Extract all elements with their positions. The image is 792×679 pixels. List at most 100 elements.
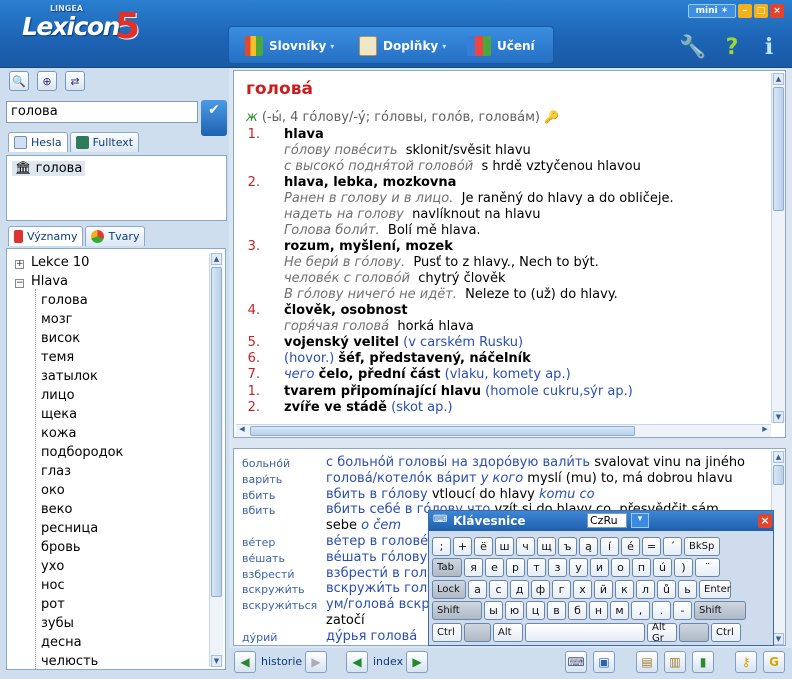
phrase-key[interactable]: вскружи́ться <box>242 599 317 612</box>
scroll-thumb[interactable] <box>211 267 222 597</box>
keyboard-key[interactable]: ¨ <box>695 558 720 577</box>
tab-tvary[interactable]: Tvary <box>85 226 146 246</box>
phrase-line[interactable]: голова́/котело́к ва́рит у кого myslí (mu… <box>326 471 733 486</box>
collapse-icon[interactable]: − <box>15 279 24 288</box>
scroll-thumb[interactable] <box>773 87 784 211</box>
keyboard-key[interactable]: м <box>610 601 629 620</box>
notes-icon[interactable]: ▤ <box>636 651 658 673</box>
tree-item[interactable]: темя <box>41 350 74 365</box>
split-view-icon[interactable]: ▣ <box>593 651 615 673</box>
tree-scrollbar[interactable]: ▲ ▼ <box>209 253 223 667</box>
keyboard-key[interactable]: е <box>485 558 504 577</box>
keyboard-key[interactable]: б <box>568 601 587 620</box>
phrase-line[interactable]: ум/голова́ вскр <box>326 597 430 612</box>
key-icon[interactable]: ⚷ <box>735 651 757 673</box>
keyboard-key[interactable]: - <box>673 601 692 620</box>
keyboard-key[interactable]: к <box>615 580 634 599</box>
keyboard-key[interactable]: ů <box>657 580 676 599</box>
scroll-down-icon[interactable]: ▼ <box>211 655 222 667</box>
zoom-search-icon[interactable]: ⊕ <box>37 71 57 91</box>
keyboard-key[interactable]: Lock <box>432 580 466 599</box>
keyboard-key[interactable]: Ctrl <box>711 623 741 642</box>
keyboard-key[interactable]: щ <box>537 537 556 556</box>
search-input[interactable]: голова <box>6 101 198 123</box>
tree-item[interactable]: висок <box>41 331 80 346</box>
keyboard-key[interactable]: Shift <box>694 601 746 620</box>
keyboard-key[interactable]: . <box>652 601 671 620</box>
phrase-line[interactable]: ве́тер в голове́ <box>326 534 428 549</box>
keyboard-key[interactable]: ú <box>653 558 672 577</box>
help-icon[interactable]: ? <box>719 34 745 60</box>
phrase-key[interactable]: ве́шать <box>242 552 285 565</box>
keyboard-key[interactable]: ъ <box>558 537 577 556</box>
keyboard-key[interactable]: ф <box>531 580 550 599</box>
keyboard-key[interactable]: ą <box>579 537 598 556</box>
keyboard-key[interactable]: Ctrl <box>432 623 462 642</box>
keyboard-key[interactable]: Tab <box>432 558 462 577</box>
blank-key[interactable] <box>464 623 491 642</box>
tree-item[interactable]: голова <box>41 293 88 308</box>
grammar-icon[interactable]: G <box>763 651 785 673</box>
tree-item[interactable]: рот <box>41 597 65 612</box>
phrase-line[interactable]: ду́рья голова́ <box>326 629 417 644</box>
keyboard-key[interactable]: ч <box>516 537 535 556</box>
keyboard-key[interactable]: ´ <box>663 537 682 556</box>
tree-group[interactable]: Lekce 10 <box>31 255 89 270</box>
tab-hesla[interactable]: Hesla <box>8 132 68 152</box>
info-icon[interactable]: i <box>756 34 782 60</box>
keyboard-key[interactable]: í <box>600 537 619 556</box>
keyboard-key[interactable]: р <box>506 558 525 577</box>
phrase-line[interactable]: взбрести́ в гол <box>326 566 427 581</box>
uceni-button[interactable]: Učení <box>467 27 535 65</box>
tab-fulltext[interactable]: Fulltext <box>69 132 140 152</box>
space-key[interactable] <box>525 623 645 642</box>
keyboard-key[interactable]: = <box>642 537 661 556</box>
phrase-line[interactable]: вскружи́ть гол <box>326 581 427 596</box>
keyboard-key[interactable]: ц <box>526 601 545 620</box>
keyboard-key[interactable]: с <box>489 580 508 599</box>
search-icon[interactable]: 🔍 <box>9 71 29 91</box>
phrase-key[interactable]: ве́тер <box>242 536 275 549</box>
keyboard-key[interactable]: л <box>636 580 655 599</box>
keyboard-key[interactable]: BkSp <box>684 537 720 556</box>
scroll-up-icon[interactable]: ▲ <box>211 253 222 265</box>
blank-key[interactable] <box>679 623 709 642</box>
tree-item[interactable]: бровь <box>41 540 81 555</box>
tree-item[interactable]: лицо <box>41 388 75 403</box>
index-back-icon[interactable]: ◀ <box>346 651 368 673</box>
keyboard-key[interactable]: ) <box>674 558 693 577</box>
keyboard-key[interactable]: а <box>468 580 487 599</box>
maximize-button[interactable]: □ <box>754 4 768 18</box>
keyboard-key[interactable]: ш <box>495 537 514 556</box>
key-icon[interactable]: 🔑 <box>544 110 559 124</box>
keyboard-key[interactable]: у <box>569 558 588 577</box>
tree-item[interactable]: затылок <box>41 369 98 384</box>
close-icon[interactable]: × <box>758 514 772 528</box>
scroll-up-icon[interactable]: ▲ <box>773 73 784 85</box>
slovniky-menu[interactable]: Slovníky ▾ <box>245 27 334 65</box>
close-button[interactable]: × <box>770 4 784 18</box>
tree-item[interactable]: щека <box>41 407 77 422</box>
article-scrollbar[interactable]: ▲ ▼ <box>771 73 785 423</box>
keyboard-key[interactable]: я <box>464 558 483 577</box>
phrase-line[interactable]: sebe o čem <box>326 518 401 533</box>
keyboard-key[interactable]: д <box>510 580 529 599</box>
tree-item[interactable]: глаз <box>41 464 71 479</box>
keyboard-key[interactable]: и <box>590 558 609 577</box>
scroll-thumb[interactable] <box>773 465 784 485</box>
keyboard-key[interactable]: ё <box>474 537 493 556</box>
phrase-key[interactable]: больно́й <box>242 457 290 470</box>
history-back-icon[interactable]: ◀ <box>234 651 256 673</box>
tree-item[interactable]: ресница <box>41 521 98 536</box>
expand-icon[interactable]: + <box>15 260 24 269</box>
keyboard-key[interactable]: Shift <box>432 601 482 620</box>
keyboard-key[interactable]: о <box>611 558 630 577</box>
tree-item[interactable]: десна <box>41 635 82 650</box>
book-icon[interactable]: ▮ <box>692 651 714 673</box>
index-forward-icon[interactable]: ▶ <box>406 651 428 673</box>
tab-vyznamy[interactable]: Významy <box>8 226 84 246</box>
tree-item[interactable]: око <box>41 483 65 498</box>
keyboard-key[interactable]: Alt <box>493 623 523 642</box>
keyboard-key[interactable]: ю <box>505 601 524 620</box>
tree-item[interactable]: челюсть <box>41 654 98 669</box>
